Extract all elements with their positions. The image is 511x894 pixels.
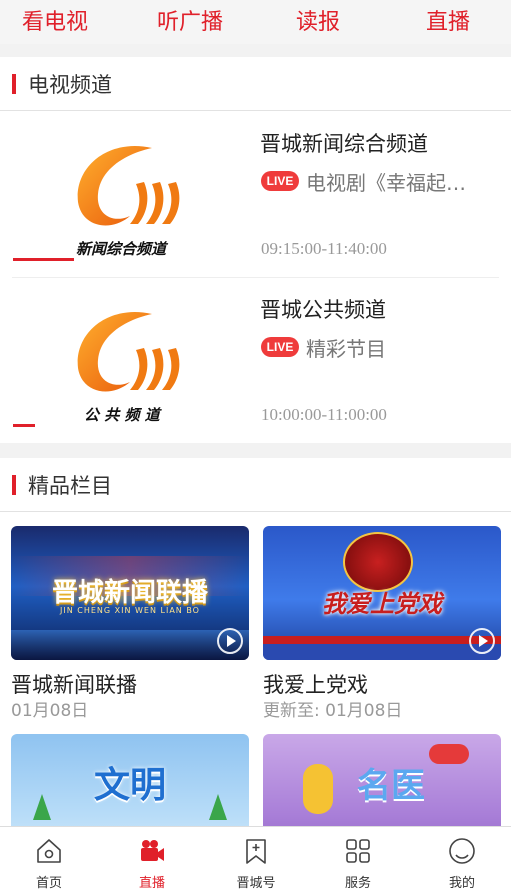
channel-logo-text: 新闻综合频道 [76,240,167,258]
featured-section-title: 精品栏目 [28,473,112,498]
channel-logo: 公 共 频 道 [12,286,244,434]
nav-profile[interactable]: 我的 [422,827,502,894]
program-card[interactable]: 名医 [263,734,501,826]
nav-live-label: 直播 [138,876,165,891]
profile-icon [449,838,475,864]
program-title: 晋城新闻联播 [11,673,137,697]
program-thumbnail: 文明 [11,734,249,826]
video-camera-icon [141,840,164,861]
channel-name: 晋城新闻综合频道 [260,132,428,156]
tv-section-header: 电视频道 [0,57,511,111]
nav-home[interactable]: 首页 [9,827,89,894]
program-title: 我爱上党戏 [263,673,368,697]
channel-logo-text: 公 共 频 道 [84,406,160,424]
nav-jincheng-hao[interactable]: 晋城号 [216,827,296,894]
tab-watch-tv[interactable]: 看电视 [22,4,88,36]
program-time: 09:15:00-11:40:00 [261,239,387,258]
featured-section-header: 精品栏目 [0,458,511,512]
program-thumbnail: 名医 [263,734,501,826]
current-program: 电视剧《幸福起… [306,171,466,195]
tab-read-newspaper[interactable]: 读报 [296,4,340,36]
program-time: 10:00:00-11:00:00 [261,405,387,424]
live-badge: LIVE [261,337,299,357]
channel-item-public[interactable]: 公 共 频 道 晋城公共频道 LIVE 精彩节目 10:00:00-11:00:… [0,278,511,444]
featured-section: 精品栏目 晋城新闻联播 JIN CHENG XIN WEN LIAN BO 晋城… [0,458,511,826]
channel-logo: 新闻综合频道 [12,120,244,268]
top-tab-bar: 看电视 听广播 读报 直播 [0,0,511,44]
current-program: 精彩节目 [306,337,386,361]
thumbnail-title: 名医 [357,766,425,806]
grid-icon [346,839,370,863]
nav-jincheng-hao-label: 晋城号 [236,876,276,891]
program-date: 更新至: 01月08日 [263,701,403,721]
nav-services-label: 服务 [344,876,371,891]
bottom-nav: 首页 直播 晋城号 服务 我的 [0,826,511,894]
program-thumbnail: 我爱上党戏 [263,526,501,660]
tab-listen-radio[interactable]: 听广播 [157,4,223,36]
play-icon[interactable] [469,628,495,654]
tv-channel-section: 电视频道 新闻综合频道 晋城新闻综合频道 LIVE 电视剧《幸福起… 09:15… [0,57,511,443]
thumbnail-title: 我爱上党戏 [322,590,442,618]
tv-section-title: 电视频道 [28,72,112,97]
program-thumbnail: 晋城新闻联播 JIN CHENG XIN WEN LIAN BO [11,526,249,660]
nav-profile-label: 我的 [448,876,475,891]
play-icon[interactable] [217,628,243,654]
nav-home-label: 首页 [35,876,62,891]
thumbnail-subtitle: JIN CHENG XIN WEN LIAN BO [60,606,200,615]
progress-bar [13,424,35,427]
home-icon [37,839,61,863]
channel-name: 晋城公共频道 [260,298,386,322]
section-marker [12,73,16,94]
program-card[interactable]: 我爱上党戏 我爱上党戏 更新至: 01月08日 [263,526,501,726]
program-card[interactable]: 文明 [11,734,249,826]
section-marker [12,474,16,495]
program-card[interactable]: 晋城新闻联播 JIN CHENG XIN WEN LIAN BO 晋城新闻联播 … [11,526,249,726]
progress-bar [13,258,74,261]
nav-live[interactable]: 直播 [112,827,192,894]
tab-live[interactable]: 直播 [426,4,470,36]
nav-services[interactable]: 服务 [318,827,398,894]
live-badge: LIVE [261,171,299,191]
bookmark-plus-icon [246,839,266,864]
channel-item-news[interactable]: 新闻综合频道 晋城新闻综合频道 LIVE 电视剧《幸福起… 09:15:00-1… [0,112,511,278]
program-date: 01月08日 [11,701,89,721]
thumbnail-title: 晋城新闻联播 [51,578,208,608]
